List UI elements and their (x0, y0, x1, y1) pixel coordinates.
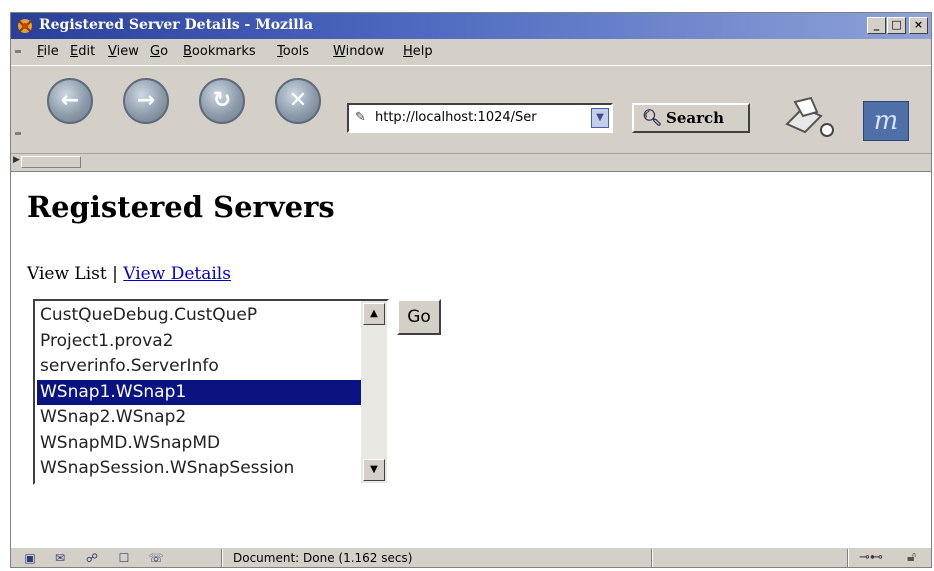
list-item-selected[interactable]: WSnap1.WSnap1 (37, 379, 361, 405)
view-switcher: View List | View Details (27, 264, 231, 284)
menu-go[interactable]: Go (150, 44, 168, 59)
list-item[interactable]: serverinfo.ServerInfo (37, 354, 361, 380)
magnifier-icon: 🔍︎ (642, 108, 663, 127)
forward-arrow-icon: → (136, 88, 156, 113)
server-listbox[interactable]: CustQueDebug.CustQueP Project1.prova2 se… (33, 299, 389, 485)
security-lock-icon: 🔓︎ (907, 549, 917, 565)
reload-icon: ↻ (212, 88, 232, 113)
list-item[interactable]: WSnapSession.WSnapSession (37, 456, 361, 482)
status-divider (221, 549, 223, 567)
status-text: Document: Done (1.162 secs) (233, 551, 413, 565)
menubar-grip[interactable] (15, 50, 21, 53)
mail-icon[interactable]: ✉ (49, 550, 71, 566)
page-title: Registered Servers (27, 190, 335, 224)
status-divider (651, 549, 653, 567)
forward-button[interactable]: → (123, 78, 169, 124)
navigation-toolbar: ← → ↻ ✕ ✎ http://localhost:1024/Ser ▼ 🔍︎… (11, 65, 931, 153)
menu-bar: File Edit View Go Bookmarks Tools Window… (11, 39, 931, 65)
menu-bookmarks[interactable]: Bookmarks (183, 44, 256, 59)
expand-arrow-icon[interactable]: ▶ (13, 155, 20, 165)
toolbar-grip[interactable] (15, 132, 21, 135)
list-item[interactable]: WSnap2.WSnap2 (37, 405, 361, 431)
toolbar-handle[interactable] (21, 156, 81, 168)
server-list: CustQueDebug.CustQueP Project1.prova2 se… (37, 303, 361, 482)
status-bar: ▣ ✉ ☍ ☐ ☏ Document: Done (1.162 secs) ⊸⊷… (11, 547, 931, 567)
url-dropdown-button[interactable]: ▼ (591, 108, 609, 128)
status-divider (847, 549, 849, 567)
chat-icon[interactable]: ☍ (81, 550, 103, 566)
back-button[interactable]: ← (47, 78, 93, 124)
close-button[interactable]: × (909, 17, 928, 34)
mozilla-app-icon (18, 19, 32, 33)
scroll-down-button[interactable]: ▼ (363, 459, 385, 481)
scroll-up-button[interactable]: ▲ (363, 303, 385, 325)
stop-button[interactable]: ✕ (275, 78, 321, 124)
title-bar: Registered Server Details - Mozilla _ □ … (11, 13, 931, 39)
collapsed-toolbar-strip: ▶ (11, 153, 931, 171)
view-separator: | (106, 264, 124, 284)
menu-file[interactable]: File (37, 44, 59, 59)
view-list-label: View List (27, 264, 107, 284)
go-button[interactable]: Go (397, 299, 441, 335)
reload-button[interactable]: ↻ (199, 78, 245, 124)
menu-window[interactable]: Window (333, 44, 384, 59)
menu-help[interactable]: Help (403, 44, 433, 59)
search-button[interactable]: 🔍︎ Search (632, 103, 750, 133)
mozilla-logo-icon[interactable]: m (863, 101, 909, 141)
address-book-icon[interactable]: ☏ (145, 550, 167, 566)
back-arrow-icon: ← (60, 88, 80, 113)
menu-edit[interactable]: Edit (70, 44, 95, 59)
menu-view[interactable]: View (108, 44, 139, 59)
window-title: Registered Server Details - Mozilla (39, 17, 314, 33)
url-input[interactable]: ✎ http://localhost:1024/Ser ▼ (347, 103, 613, 133)
page-content: Registered Servers View List | View Deta… (11, 171, 931, 547)
url-text: http://localhost:1024/Ser (375, 110, 537, 125)
page-proxy-icon: ✎ (355, 110, 366, 125)
print-icon[interactable] (781, 96, 837, 142)
browser-window: Registered Server Details - Mozilla _ □ … (10, 12, 932, 568)
online-connection-icon[interactable]: ⊸⊷ (859, 550, 883, 565)
list-item[interactable]: WSnapMD.WSnapMD (37, 431, 361, 457)
list-item[interactable]: Project1.prova2 (37, 329, 361, 355)
minimize-button[interactable]: _ (867, 17, 886, 34)
menu-tools[interactable]: Tools (277, 44, 309, 59)
list-item[interactable]: CustQueDebug.CustQueP (37, 303, 361, 329)
stop-icon: ✕ (288, 88, 308, 113)
vertical-scrollbar[interactable]: ▲ ▼ (361, 301, 387, 483)
search-label: Search (666, 109, 725, 127)
maximize-button[interactable]: □ (887, 17, 906, 34)
navigator-icon[interactable]: ▣ (19, 550, 41, 566)
composer-icon[interactable]: ☐ (113, 550, 135, 566)
view-details-link[interactable]: View Details (123, 264, 231, 284)
